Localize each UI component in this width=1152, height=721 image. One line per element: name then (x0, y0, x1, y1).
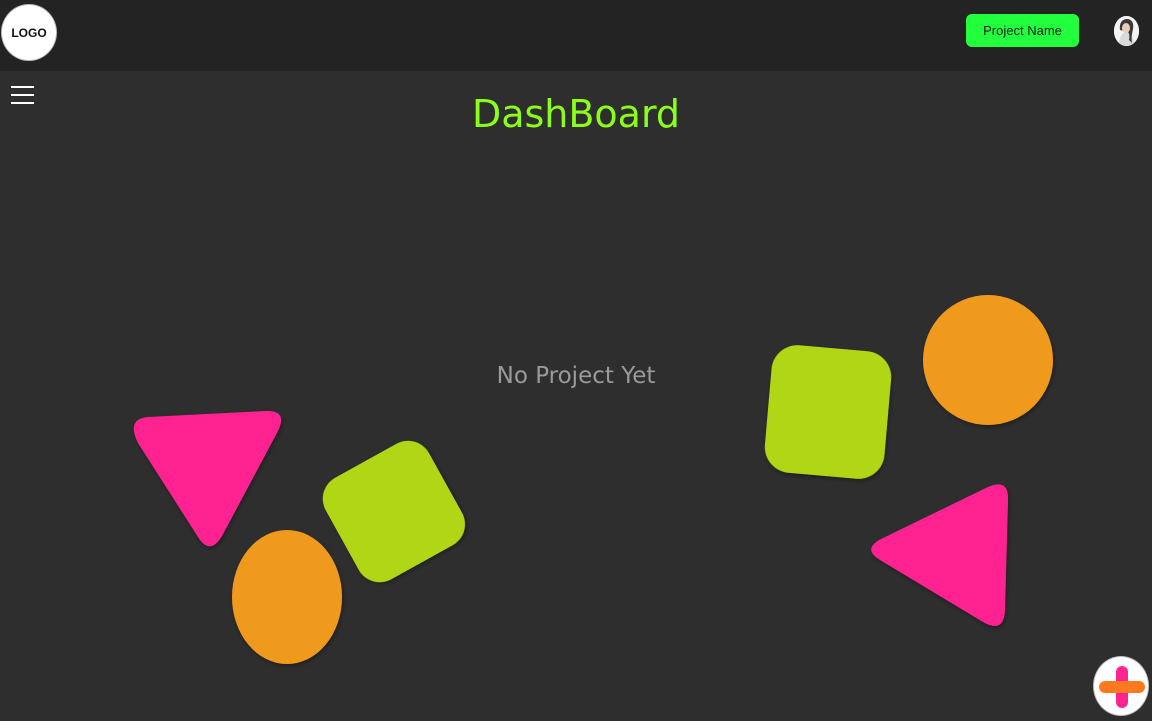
empty-state-text: No Project Yet (496, 363, 656, 389)
plus-icon (1099, 666, 1145, 708)
lime-square-left (322, 440, 465, 583)
orange-ellipse-left (232, 530, 342, 664)
pink-triangle-left (133, 410, 282, 547)
add-project-button[interactable] (1093, 656, 1149, 716)
pink-triangle-right (871, 484, 1009, 626)
